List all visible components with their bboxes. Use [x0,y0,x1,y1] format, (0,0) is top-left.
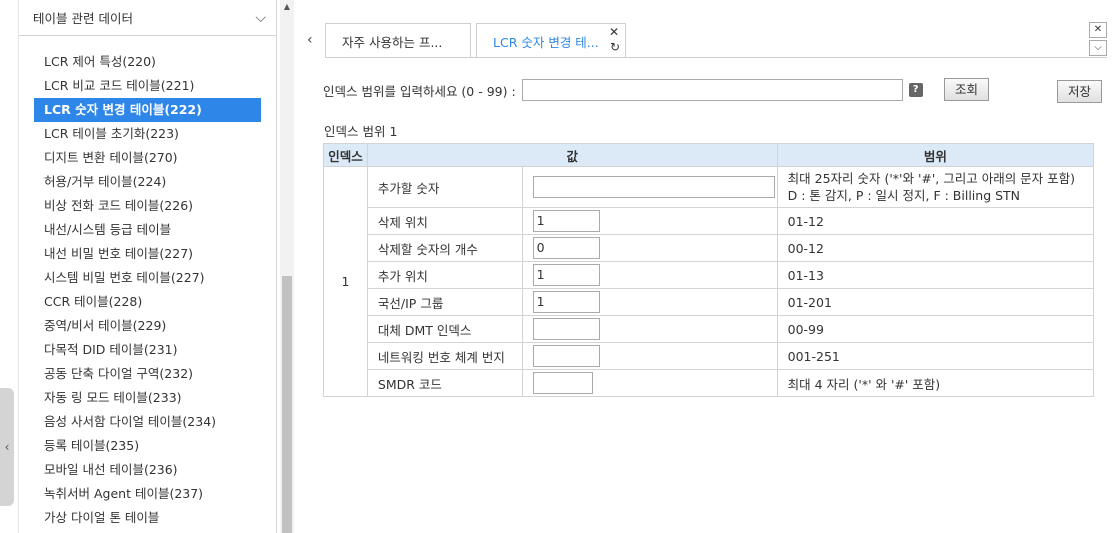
trunk-ip-group-input[interactable]: 1 [532,291,600,313]
sidebar-category-dropdown[interactable]: 테이블 관련 데이터 ⌵ [19,0,276,36]
sidebar-category-label: 테이블 관련 데이터 [33,11,133,26]
main-panel: ‹ 자주 사용하는 프... LCR 숫자 변경 테... ✕ ↻ ✕ ⌵ 인덱… [297,0,1113,533]
help-icon[interactable]: ? [908,83,923,97]
sidebar-item[interactable]: LCR 비교 코드 테이블(221) [34,74,261,98]
field-label: 추가 위치 [366,261,523,289]
tab-divider [325,57,1107,58]
sidebar-item[interactable]: 모바일 내선 테이블(236) [34,458,261,482]
range-cell: 최대 4 자리 ('*' 와 '#' 포함) [776,369,1095,397]
range-text: 최대 25자리 숫자 ('*'와 '#', 그리고 아래의 문자 포함) [787,171,1076,186]
tab-label: LCR 숫자 변경 테... [493,34,599,50]
range-cell: 00-99 [776,315,1095,343]
index-range-row: 인덱스 범위를 입력하세요 (0 - 99) : ? [323,78,923,102]
range-cell: 01-201 [776,288,1095,316]
sidebar-item[interactable]: 비상 전화 코드 테이블(226) [34,194,261,218]
range-cell: 001-251 [776,342,1095,370]
range-text: D : 톤 감지, P : 일시 정지, F : Billing STN [787,188,1021,203]
table-row: 삭제 위치 1 01-12 [324,207,1095,235]
save-button[interactable]: 저장 [1057,80,1103,103]
index-range-input[interactable] [521,79,903,101]
range-cell: 01-13 [776,261,1095,289]
chevron-down-icon[interactable]: ⌵ [1089,40,1107,56]
range-cell: 최대 25자리 숫자 ('*'와 '#', 그리고 아래의 문자 포함) D :… [776,166,1095,208]
add-digits-input[interactable] [532,176,775,198]
refresh-tab-icon[interactable]: ↻ [610,40,620,54]
tab-scroll-left-icon[interactable]: ‹ [307,32,313,48]
close-window-icon[interactable]: ✕ [1089,22,1107,38]
table-row: 네트워킹 번호 체계 번지 001-251 [324,342,1095,370]
table-row: 1 추가할 숫자 최대 25자리 숫자 ('*'와 '#', 그리고 아래의 문… [323,166,1095,397]
sidebar-item[interactable]: 시스템 비밀 번호 테이블(227) [34,266,261,290]
chevron-down-icon: ⌵ [255,9,266,26]
lookup-button[interactable]: 조회 [944,78,990,101]
networking-numbering-plan-input[interactable] [532,345,600,367]
sidebar-item[interactable]: 자동 링 모드 테이블(233) [34,386,261,410]
range-cell: 00-12 [776,234,1095,262]
sidebar-item[interactable]: 음성 사서함 다이얼 테이블(234) [34,410,261,434]
sidebar-item[interactable]: 녹취서버 Agent 테이블(237) [34,482,261,506]
sidebar-scrollbar[interactable]: ▲ [280,0,294,533]
tab-favorites[interactable]: 자주 사용하는 프... [325,23,471,58]
column-header-value: 값 [366,143,778,167]
sidebar-item[interactable]: 공동 단축 다이얼 구역(232) [34,362,261,386]
field-label: 추가할 숫자 [366,166,523,208]
sidebar-item[interactable]: 가상 다이얼 톤 테이블 [34,506,261,530]
sidebar-item[interactable]: 등록 테이블(235) [34,434,261,458]
column-header-range: 범위 [776,143,1095,167]
table-row: 추가 위치 1 01-13 [324,261,1095,289]
sidebar-item[interactable]: LCR 테이블 초기화(223) [34,122,261,146]
section-title: 인덱스 범위 1 [324,124,398,139]
smdr-code-input[interactable] [532,372,593,394]
scrollbar-thumb[interactable] [282,276,292,533]
collapse-sidebar-handle[interactable]: ‹ [0,388,14,506]
sidebar-item[interactable]: 내선/시스템 등급 테이블 [34,218,261,242]
close-tab-icon[interactable]: ✕ [609,25,619,39]
sidebar-item[interactable]: CCR 테이블(228) [34,290,261,314]
sidebar-menu: LCR 제어 특성(220) LCR 비교 코드 테이블(221) LCR 숫자… [19,36,276,530]
add-position-input[interactable]: 1 [532,264,600,286]
index-cell: 1 [323,166,368,397]
field-label: SMDR 코드 [366,369,523,397]
sidebar-item[interactable]: 내선 비밀 번호 테이블(227) [34,242,261,266]
field-label: 삭제 위치 [366,207,523,235]
range-cell: 01-12 [776,207,1095,235]
chevron-left-icon: ‹ [4,440,10,454]
settings-table: 인덱스 값 범위 1 추가할 숫자 최대 25자리 숫자 ('*'와 '#', … [323,143,1095,397]
sidebar: 테이블 관련 데이터 ⌵ LCR 제어 특성(220) LCR 비교 코드 테이… [18,0,277,533]
table-row: SMDR 코드 최대 4 자리 ('*' 와 '#' 포함) [324,369,1095,397]
sidebar-item[interactable]: 중역/비서 테이블(229) [34,314,261,338]
field-label: 네트워킹 번호 체계 번지 [366,342,523,370]
table-row: 국선/IP 그룹 1 01-201 [324,288,1095,316]
sidebar-item[interactable]: LCR 제어 특성(220) [34,50,261,74]
delete-count-input[interactable]: 0 [532,237,600,259]
alternate-dmt-index-input[interactable] [532,318,600,340]
sidebar-item-active[interactable]: LCR 숫자 변경 테이블(222) [34,98,261,122]
index-range-label: 인덱스 범위를 입력하세요 (0 - 99) : [323,83,516,99]
sidebar-item[interactable]: 허용/거부 테이블(224) [34,170,261,194]
field-label: 국선/IP 그룹 [366,288,523,316]
field-label: 대체 DMT 인덱스 [366,315,523,343]
sidebar-item[interactable]: 다목적 DID 테이블(231) [34,338,261,362]
table-row: 삭제할 숫자의 개수 0 00-12 [324,234,1095,262]
sidebar-item[interactable]: 디지트 변환 테이블(270) [34,146,261,170]
field-label: 삭제할 숫자의 개수 [366,234,523,262]
tab-lcr-digit-change[interactable]: LCR 숫자 변경 테... [476,23,626,58]
delete-position-input[interactable]: 1 [532,210,600,232]
column-header-index: 인덱스 [323,143,368,167]
table-row: 대체 DMT 인덱스 00-99 [324,315,1095,343]
scroll-up-arrow-icon[interactable]: ▲ [280,0,294,14]
tab-label: 자주 사용하는 프... [342,34,443,50]
